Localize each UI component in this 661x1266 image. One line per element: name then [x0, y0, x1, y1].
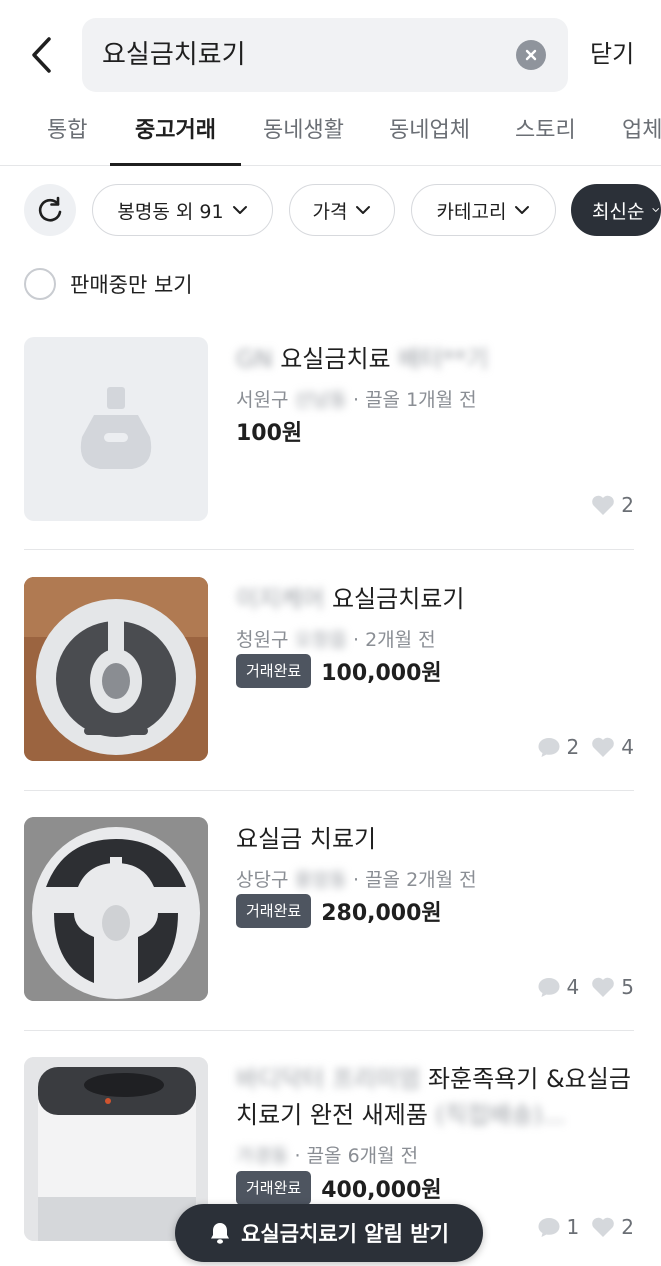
- divider: [24, 1030, 634, 1031]
- status-badge: 거래완료: [236, 1171, 312, 1205]
- clear-search-button[interactable]: [516, 40, 546, 70]
- only-selling-label: 판매중만 보기: [70, 273, 193, 297]
- listing-meta: 서원구 산남동 · 끌올 1개월 전: [236, 389, 477, 411]
- tab-secondhand[interactable]: 중고거래: [110, 108, 241, 166]
- price-filter[interactable]: 가격: [289, 184, 395, 236]
- product-image: [24, 1057, 208, 1241]
- listing-item[interactable]: GN 요실금치료 배터**기 서원구 산남동 · 끌올 1개월 전 100원 2: [24, 337, 634, 523]
- listing-title: 이지케어 요실금치료기: [236, 585, 465, 613]
- listing-counts: 1 2: [537, 1215, 634, 1239]
- chevron-down-icon: [356, 206, 371, 214]
- chevron-down-icon: [652, 208, 660, 212]
- comment-count: 2: [566, 735, 580, 759]
- like-count: 2: [621, 1215, 634, 1239]
- heart-icon: [592, 737, 615, 757]
- category-filter-label: 카테고리: [436, 200, 507, 223]
- back-button[interactable]: [22, 30, 62, 80]
- chat-icon: [538, 978, 560, 997]
- like-count: 4: [621, 735, 634, 759]
- refresh-icon: [38, 196, 62, 222]
- bell-icon: [211, 1223, 230, 1244]
- listing-title: GN 요실금치료 배터**기: [236, 345, 489, 373]
- listing-thumbnail: [24, 1057, 208, 1241]
- search-header: 요실금치료기 닫기: [0, 0, 661, 108]
- listing-price-row: 거래완료 280,000원: [236, 894, 442, 928]
- listing-price: 100원: [236, 421, 303, 446]
- tab-local-business[interactable]: 동네업체: [389, 108, 470, 166]
- search-input[interactable]: 요실금치료기: [82, 18, 568, 92]
- chat-icon: [538, 738, 560, 757]
- listing-counts: 2 4: [537, 735, 634, 759]
- tab-integrated[interactable]: 통합: [47, 108, 87, 166]
- listing-meta: 가경동 · 끌올 6개월 전: [236, 1145, 419, 1167]
- category-filter[interactable]: 카테고리: [411, 184, 556, 236]
- listing-price: 280,000원: [321, 901, 442, 926]
- listing-counts: 2: [591, 493, 634, 517]
- status-badge: 거래완료: [236, 894, 312, 928]
- status-badge: 거래완료: [236, 654, 312, 688]
- keyword-alert-button[interactable]: 요실금치료기 알림 받기: [175, 1204, 483, 1262]
- category-tabs: 통합 중고거래 동네생활 동네업체 스토리 업체: [0, 108, 661, 166]
- listing-price: 400,000원: [321, 1178, 442, 1203]
- like-count: 5: [621, 975, 634, 999]
- price-filter-label: 가격: [312, 200, 348, 223]
- listing-item[interactable]: 요실금 치료기 상당구 용암동 · 끌올 2개월 전 거래완료 280,000원…: [24, 817, 634, 1003]
- tab-community[interactable]: 동네생활: [263, 108, 344, 166]
- chevron-down-icon: [515, 206, 530, 214]
- comment-count: 1: [566, 1215, 580, 1239]
- listing-item[interactable]: 이지케어 요실금치료기 청원구 오창읍 · 2개월 전 거래완료 100,000…: [24, 577, 634, 763]
- listing-counts: 4 5: [537, 975, 634, 999]
- listing-price-row: 거래완료 100,000원: [236, 654, 442, 688]
- listing-thumbnail: [24, 577, 208, 761]
- sort-filter[interactable]: 최신순: [571, 184, 661, 236]
- placeholder-product-icon: [80, 387, 152, 469]
- listing-title: 바디닥터 프리미엄 좌훈족욕기 &요실금치료기 완전 새제품 (직접배송)...: [236, 1065, 631, 1129]
- comment-count: 4: [566, 975, 580, 999]
- listing-thumbnail: [24, 817, 208, 1001]
- divider: [24, 790, 634, 791]
- listing-price: 100,000원: [321, 661, 442, 686]
- tab-story[interactable]: 스토리: [515, 108, 576, 166]
- listing-meta: 청원구 오창읍 · 2개월 전: [236, 629, 436, 651]
- chat-icon: [538, 1218, 560, 1237]
- sort-filter-label: 최신순: [592, 200, 645, 223]
- keyword-alert-label: 요실금치료기 알림 받기: [241, 1222, 449, 1246]
- listing-title: 요실금 치료기: [236, 825, 377, 853]
- heart-icon: [592, 495, 615, 515]
- divider: [24, 549, 634, 550]
- chevron-down-icon: [232, 206, 247, 214]
- listing-price-row: 거래완료 400,000원: [236, 1171, 442, 1205]
- heart-icon: [592, 977, 615, 997]
- listing-meta: 상당구 용암동 · 끌올 2개월 전: [236, 869, 477, 891]
- location-filter[interactable]: 봉명동 외 91: [92, 184, 273, 236]
- listing-thumbnail-placeholder: [24, 337, 208, 521]
- tab-business[interactable]: 업체: [622, 108, 661, 166]
- like-count: 2: [621, 493, 634, 517]
- refresh-button[interactable]: [24, 184, 76, 236]
- only-selling-radio[interactable]: [24, 268, 56, 300]
- search-query: 요실금치료기: [102, 40, 246, 70]
- product-image: [24, 817, 208, 1001]
- product-image: [24, 577, 208, 761]
- clear-circle-icon: [525, 49, 537, 61]
- only-selling-toggle[interactable]: 판매중만 보기: [24, 267, 193, 301]
- heart-icon: [592, 1217, 615, 1237]
- close-button[interactable]: 닫기: [590, 0, 634, 108]
- filter-bar: 봉명동 외 91 가격 카테고리 최신순: [0, 184, 661, 236]
- location-filter-label: 봉명동 외 91: [117, 200, 224, 223]
- listing-price-row: 100원: [236, 415, 302, 447]
- chevron-left-icon: [32, 37, 51, 73]
